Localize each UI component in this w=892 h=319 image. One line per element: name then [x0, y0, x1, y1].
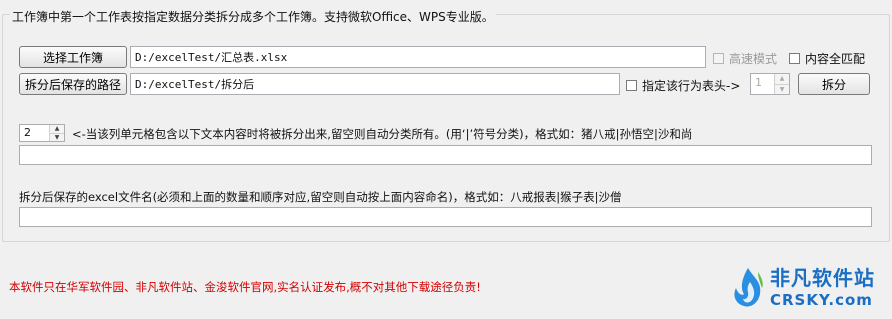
full-match-checkbox-box: [789, 53, 800, 64]
header-row-stepper-arrows[interactable]: ▲ ▼: [774, 74, 789, 94]
split-button[interactable]: 拆分: [798, 73, 870, 95]
stepper-down-icon[interactable]: ▼: [775, 84, 789, 94]
logo-text: 非凡软件站 CRSKY.com: [770, 262, 875, 309]
logo-chinese-text: 非凡软件站: [770, 266, 875, 290]
fast-mode-label: 高速模式: [729, 52, 778, 66]
column-stepper-value: 2: [24, 126, 31, 139]
footer-notice: 本软件只在华军软件园、非凡软件站、金浚软件官网,实名认证发布,概不对其他下载途径…: [9, 280, 481, 294]
fast-mode-checkbox[interactable]: 高速模式: [713, 50, 777, 67]
column-stepper[interactable]: 2 ▲ ▼: [19, 124, 65, 142]
flame-logo-icon: [730, 266, 766, 306]
column-instruction: <-当该列单元格包含以下文本内容时将被拆分出来,留空则自动分类所有。(用‘|’符…: [72, 127, 693, 141]
stepper-up-icon[interactable]: ▲: [775, 74, 789, 84]
save-path-field[interactable]: D:/excelTest/拆分后: [130, 73, 620, 95]
stepper-down-icon[interactable]: ▼: [50, 133, 64, 141]
fast-mode-checkbox-box: [713, 53, 724, 64]
header-row-checkbox[interactable]: 指定该行为表头->: [626, 77, 740, 94]
header-row-checkbox-box: [626, 80, 637, 91]
header-row-label: 指定该行为表头->: [642, 79, 741, 93]
stepper-up-icon[interactable]: ▲: [50, 125, 64, 133]
logo-english-text: CRSKY.com: [770, 291, 873, 309]
column-stepper-arrows[interactable]: ▲ ▼: [49, 125, 64, 141]
group-legend: 工作簿中第一个工作表按指定数据分类拆分成多个工作簿。支持微软Office、WPS…: [10, 8, 496, 25]
filename-instruction: 拆分后保存的excel文件名(必须和上面的数量和顺序对应,留空则自动按上面内容命…: [19, 190, 622, 204]
workbook-path-field[interactable]: D:/excelTest/汇总表.xlsx: [130, 46, 706, 68]
full-match-label: 内容全匹配: [805, 52, 866, 66]
select-workbook-button[interactable]: 选择工作簿: [19, 46, 127, 68]
header-row-stepper-value: 1: [755, 76, 762, 89]
filter-text-input[interactable]: [19, 145, 872, 165]
header-row-stepper[interactable]: 1 ▲ ▼: [750, 73, 790, 95]
full-match-checkbox[interactable]: 内容全匹配: [789, 50, 865, 67]
save-path-button[interactable]: 拆分后保存的路径: [19, 73, 127, 95]
filename-input[interactable]: [19, 207, 872, 227]
watermark-logo: 非凡软件站 CRSKY.com: [730, 262, 875, 309]
